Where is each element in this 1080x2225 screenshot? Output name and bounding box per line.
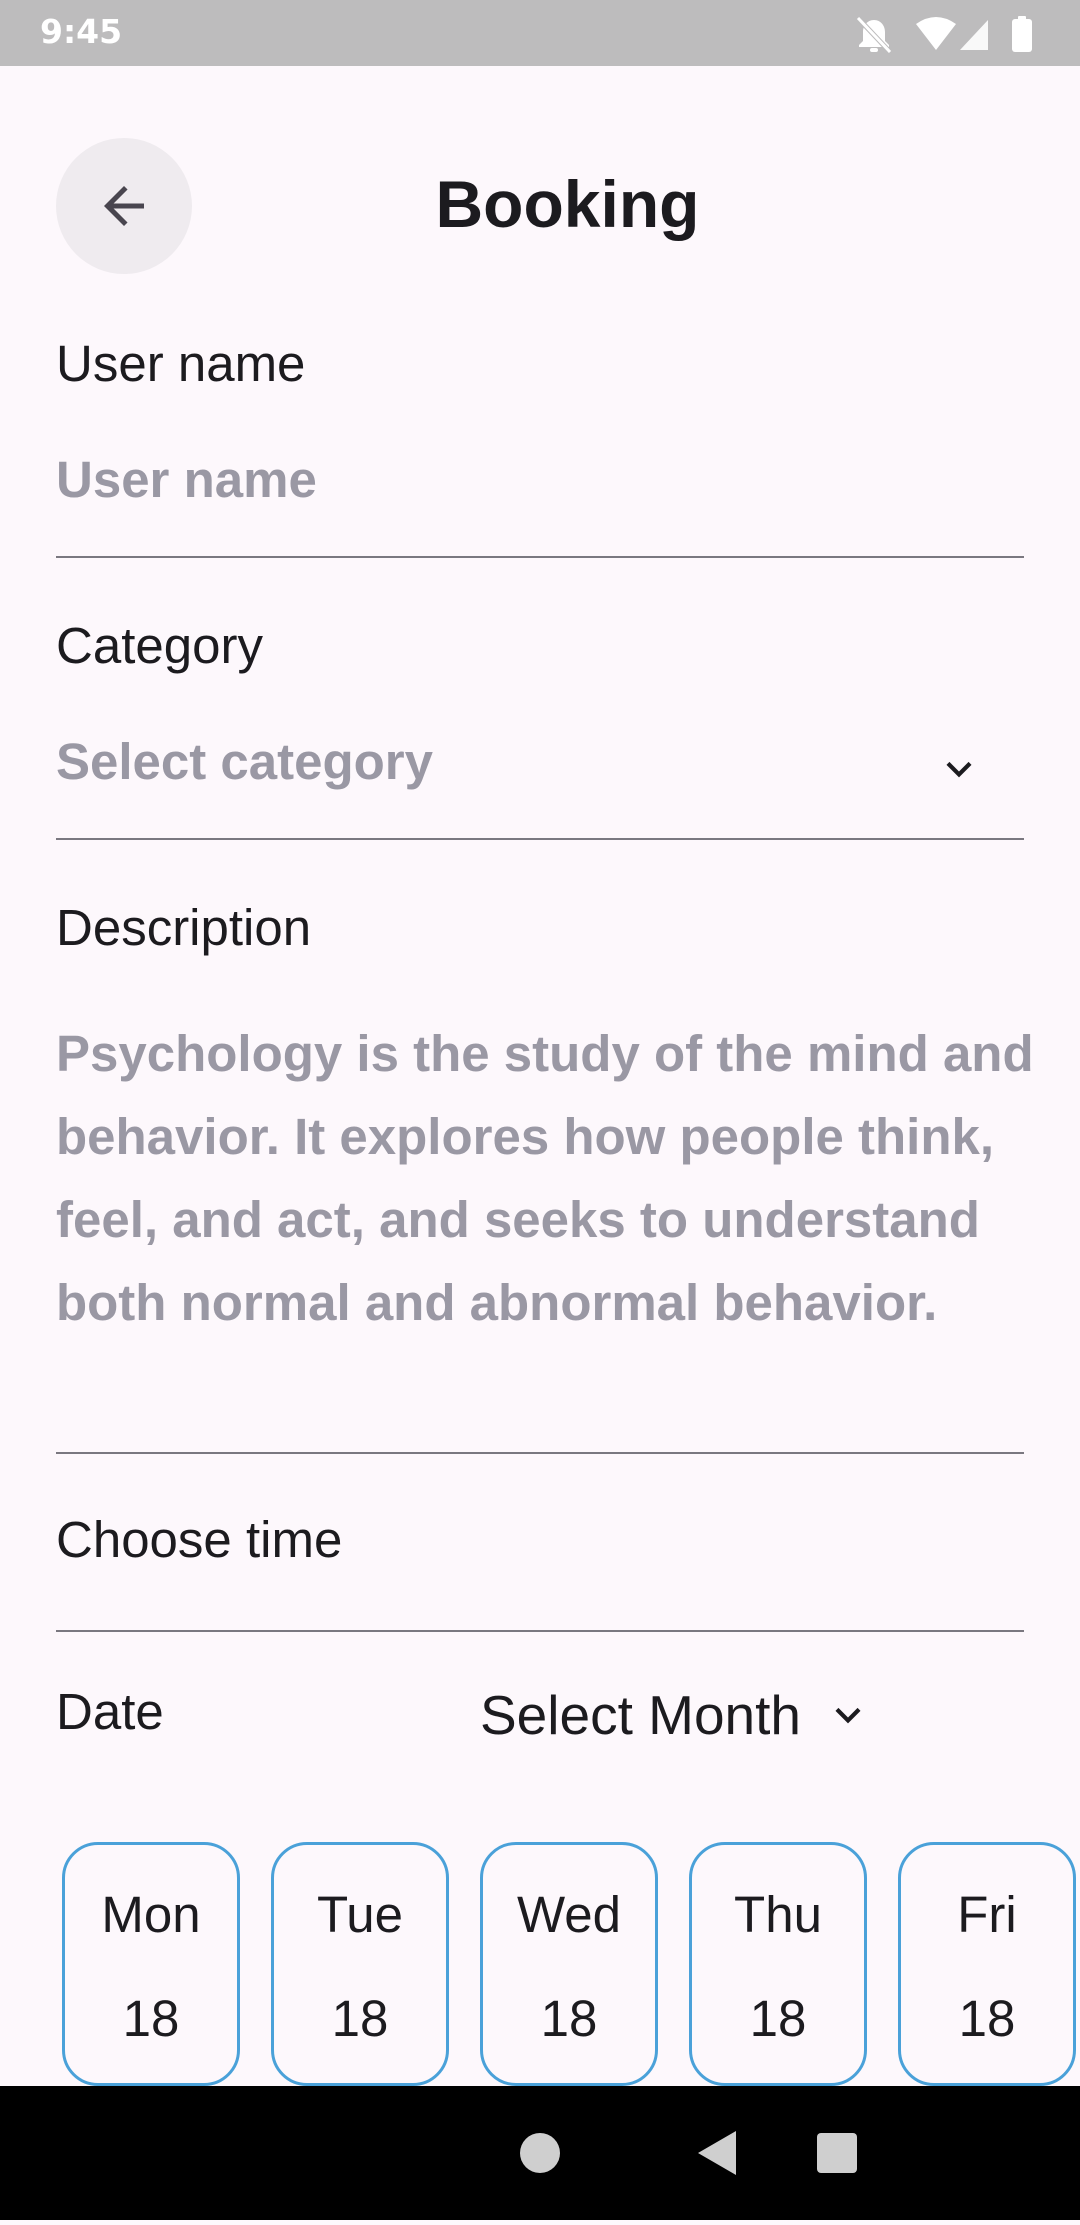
day-card[interactable]: Mon 18 — [62, 1842, 240, 2086]
page-title: Booking — [435, 167, 700, 241]
month-select-dropdown[interactable]: Select Month — [480, 1680, 873, 1750]
status-time: 9:45 — [40, 12, 123, 51]
day-picker-row: Mon 18 Tue 18 Wed 18 Thu 18 Fri 18 — [62, 1842, 1080, 2086]
category-underline — [56, 838, 1024, 840]
day-card[interactable]: Fri 18 — [898, 1842, 1076, 2086]
day-name: Thu — [734, 1886, 822, 1943]
day-name: Fri — [957, 1886, 1017, 1943]
user-name-label: User name — [56, 335, 306, 392]
chevron-down-icon[interactable] — [934, 744, 984, 794]
category-dropdown[interactable]: Select category — [56, 732, 433, 791]
back-triangle-icon[interactable] — [698, 2131, 736, 2175]
month-select-label: Select Month — [480, 1684, 802, 1746]
recents-square-icon[interactable] — [817, 2133, 857, 2173]
wifi-icon — [916, 17, 956, 50]
home-circle-icon[interactable] — [520, 2133, 560, 2173]
user-name-input[interactable]: User name — [56, 450, 317, 509]
day-number: 18 — [331, 1990, 389, 2047]
description-label: Description — [56, 899, 312, 956]
date-label: Date — [56, 1683, 164, 1740]
chevron-down-icon — [835, 1707, 861, 1724]
day-card[interactable]: Thu 18 — [689, 1842, 867, 2086]
system-nav-bar — [0, 2086, 1080, 2220]
day-number: 18 — [749, 1990, 807, 2047]
day-number: 18 — [122, 1990, 180, 2047]
description-underline — [56, 1452, 1024, 1454]
bell-off-icon — [856, 16, 892, 54]
category-label: Category — [56, 617, 263, 674]
day-number: 18 — [958, 1990, 1016, 2047]
day-number: 18 — [540, 1990, 598, 2047]
user-name-underline — [56, 556, 1024, 558]
status-bar: 9:45 — [0, 0, 1080, 66]
day-name: Wed — [517, 1886, 621, 1943]
day-name: Mon — [101, 1886, 201, 1943]
signal-icon — [960, 20, 988, 50]
battery-icon — [1012, 16, 1032, 52]
description-textarea[interactable]: Psychology is the study of the mind and … — [56, 1012, 1036, 1344]
status-icons — [856, 14, 1046, 54]
day-card[interactable]: Wed 18 — [480, 1842, 658, 2086]
booking-screen: Booking User name User name Category Sel… — [0, 66, 1080, 2086]
day-card[interactable]: Tue 18 — [271, 1842, 449, 2086]
choose-time-field[interactable]: Choose time — [56, 1510, 342, 1569]
choose-time-underline — [56, 1630, 1024, 1632]
day-name: Tue — [317, 1886, 403, 1943]
